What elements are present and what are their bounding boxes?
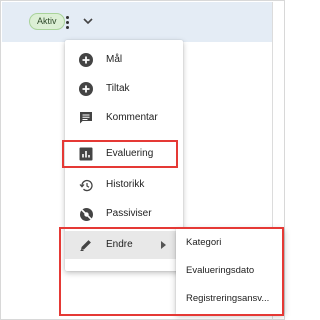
submenu: Kategori Evalueringsdato Registreringsan… (176, 228, 284, 314)
menu-item-label: Kommentar (106, 112, 158, 123)
menu-item-label: Tiltak (106, 83, 130, 94)
menu-item-endre[interactable]: Endre (65, 231, 183, 259)
history-icon (78, 177, 94, 193)
submenu-item-registreringsansvarlig[interactable]: Registreringsansv... (176, 286, 284, 310)
more-vertical-icon[interactable] (60, 11, 74, 33)
menu-item-maal[interactable]: Mål (65, 46, 183, 74)
menu-item-evaluering[interactable]: Evaluering (65, 140, 183, 168)
bar-chart-icon (78, 146, 94, 162)
menu-item-label: Mål (106, 54, 123, 65)
chevron-down-icon[interactable] (81, 14, 95, 28)
menu-item-label: Evaluering (106, 148, 154, 159)
submenu-item-evalueringsdato[interactable]: Evalueringsdato (176, 258, 284, 282)
menu-item-label: Historikk (106, 179, 145, 190)
menu-item-label: Passiviser (106, 208, 152, 219)
menu-item-passiviser[interactable]: Passiviser (65, 200, 183, 228)
menu-item-historikk[interactable]: Historikk (65, 171, 183, 199)
menu-item-kommentar[interactable]: Kommentar (65, 104, 183, 132)
add-circle-icon (78, 81, 94, 97)
submenu-arrow-icon (161, 241, 166, 249)
context-menu: Mål Tiltak Kommentar Evaluering Historik… (65, 40, 183, 271)
visibility-off-icon (78, 206, 94, 222)
add-circle-icon (78, 52, 94, 68)
comment-icon (78, 110, 94, 126)
submenu-item-kategori[interactable]: Kategori (176, 230, 284, 254)
menu-item-label: Endre (106, 239, 133, 250)
edit-pencil-icon (78, 237, 94, 253)
menu-item-tiltak[interactable]: Tiltak (65, 75, 183, 103)
